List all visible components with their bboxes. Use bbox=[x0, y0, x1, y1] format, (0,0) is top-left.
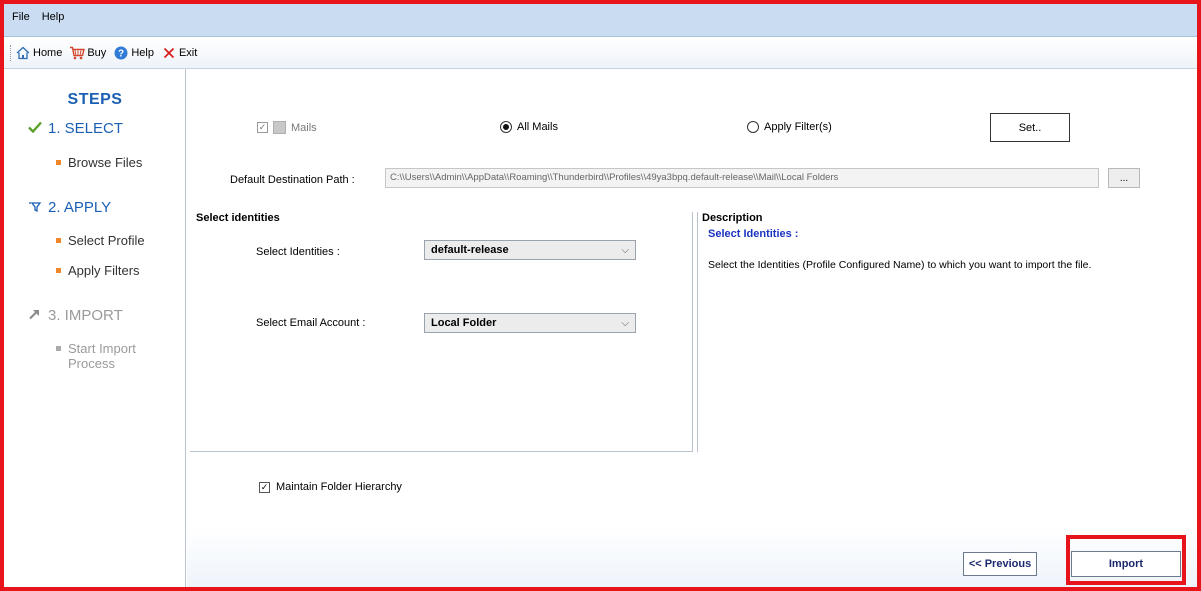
email-account-label: Select Email Account : bbox=[256, 317, 366, 329]
description-panel: Description Select Identities : Select t… bbox=[697, 212, 1195, 452]
step-apply-label: 2. APPLY bbox=[48, 199, 112, 216]
arrow-icon bbox=[28, 307, 42, 324]
step-select-label: 1. SELECT bbox=[48, 120, 124, 137]
mails-checkbox[interactable]: ✓ bbox=[257, 122, 268, 133]
steps-sidebar: STEPS 1. SELECT Browse Files 2. APPLY Se… bbox=[4, 69, 186, 587]
chevron-down-icon: ⌵ bbox=[621, 244, 629, 256]
sub-step-label: Apply Filters bbox=[68, 263, 140, 278]
destination-path-field[interactable]: C:\\Users\\Admin\\AppData\\Roaming\\Thun… bbox=[385, 168, 1099, 188]
step-apply: 2. APPLY bbox=[28, 199, 111, 216]
toolbar-home-label: Home bbox=[33, 46, 63, 59]
sub-step-label: Select Profile bbox=[68, 233, 145, 248]
menu-bar: File Help bbox=[4, 4, 1197, 37]
mails-label: Mails bbox=[291, 121, 317, 134]
step-select: 1. SELECT bbox=[28, 120, 123, 137]
steps-title: STEPS bbox=[67, 91, 123, 108]
maintain-hierarchy-checkbox[interactable]: ✓ bbox=[259, 481, 270, 493]
select-identities-group: Select identities Select Identities : de… bbox=[190, 212, 693, 452]
menu-file[interactable]: File bbox=[12, 11, 30, 23]
identities-label: Select Identities : bbox=[256, 246, 340, 258]
description-text: Select the Identities (Profile Configure… bbox=[708, 259, 1092, 271]
toolbar-help-button[interactable]: ? Help bbox=[113, 45, 154, 61]
apply-filters-radio[interactable] bbox=[747, 121, 759, 133]
email-account-value: Local Folder bbox=[431, 317, 497, 329]
sub-step-apply-filters: Apply Filters bbox=[56, 263, 140, 278]
browse-button[interactable]: ... bbox=[1108, 168, 1140, 188]
close-icon bbox=[161, 45, 177, 61]
sub-step-browse-files: Browse Files bbox=[56, 155, 142, 170]
sub-step-label: Browse Files bbox=[68, 155, 143, 170]
select-identities-title: Select identities bbox=[196, 212, 280, 224]
description-title: Description bbox=[702, 212, 763, 224]
toolbar-home-button[interactable]: Home bbox=[15, 45, 62, 61]
step-import: 3. IMPORT bbox=[28, 307, 123, 324]
all-mails-radio[interactable] bbox=[500, 121, 512, 133]
toolbar-help-label: Help bbox=[131, 46, 154, 59]
sub-step-start-import: Start Import Process bbox=[56, 341, 166, 371]
filter-icon bbox=[28, 199, 42, 216]
identities-value: default-release bbox=[431, 244, 509, 256]
mails-checkbox-group[interactable]: ✓ Mails bbox=[257, 121, 317, 134]
bullet-icon bbox=[56, 160, 61, 165]
bullet-icon bbox=[56, 346, 61, 351]
home-icon bbox=[15, 45, 31, 61]
import-button[interactable]: Import bbox=[1071, 551, 1181, 577]
toolbar-exit-label: Exit bbox=[178, 46, 198, 59]
chevron-down-icon: ⌵ bbox=[621, 317, 629, 329]
help-icon: ? bbox=[113, 45, 129, 61]
previous-button[interactable]: << Previous bbox=[963, 552, 1037, 576]
step-import-label: 3. IMPORT bbox=[48, 307, 123, 324]
destination-path-label: Default Destination Path : bbox=[230, 174, 355, 186]
cart-icon bbox=[69, 45, 86, 61]
apply-filters-radio-group[interactable]: Apply Filter(s) bbox=[747, 121, 832, 133]
toolbar-buy-button[interactable]: Buy bbox=[69, 45, 106, 61]
svg-text:?: ? bbox=[118, 48, 124, 59]
sub-step-select-profile: Select Profile bbox=[56, 233, 145, 248]
toolbar-buy-label: Buy bbox=[87, 46, 107, 59]
toolbar-exit-button[interactable]: Exit bbox=[161, 45, 197, 61]
sub-step-label: Start Import Process bbox=[68, 341, 136, 371]
set-filter-button[interactable]: Set.. bbox=[990, 113, 1070, 142]
all-mails-label: All Mails bbox=[517, 121, 558, 133]
toolbar-grip bbox=[10, 44, 13, 61]
checkmark-icon bbox=[28, 120, 42, 137]
bullet-icon bbox=[56, 268, 61, 273]
description-subtitle: Select Identities : bbox=[708, 228, 799, 240]
maintain-hierarchy-option[interactable]: ✓ Maintain Folder Hierarchy bbox=[259, 481, 402, 493]
identities-dropdown[interactable]: default-release ⌵ bbox=[424, 240, 636, 260]
footer-band bbox=[187, 527, 1197, 587]
main-panel: ✓ Mails All Mails Apply Filter(s) Set.. … bbox=[187, 69, 1197, 587]
toolbar: Home Buy ? Help Exit bbox=[4, 37, 1197, 69]
apply-filters-label: Apply Filter(s) bbox=[764, 121, 832, 133]
email-account-dropdown[interactable]: Local Folder ⌵ bbox=[424, 313, 636, 333]
maintain-hierarchy-label: Maintain Folder Hierarchy bbox=[276, 481, 402, 493]
all-mails-radio-group[interactable]: All Mails bbox=[500, 121, 558, 133]
bullet-icon bbox=[56, 238, 61, 243]
mails-folder-icon bbox=[273, 121, 286, 134]
menu-help[interactable]: Help bbox=[42, 11, 65, 23]
